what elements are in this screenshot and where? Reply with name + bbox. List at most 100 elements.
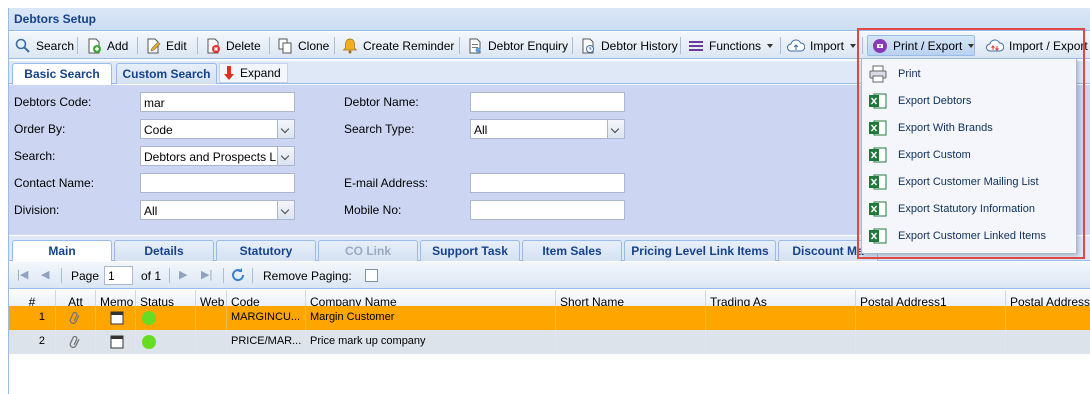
- tab-main[interactable]: Main: [12, 240, 112, 261]
- status-active-icon: [142, 311, 156, 325]
- remove-paging-label: Remove Paging:: [263, 269, 352, 283]
- refresh-icon[interactable]: [230, 267, 246, 283]
- toolbar-divider: [197, 37, 198, 54]
- edit-doc-icon: [147, 38, 161, 53]
- memo-cell[interactable]: [96, 330, 136, 354]
- debtor-history-label: Debtor History: [601, 38, 678, 53]
- mobile-label: Mobile No:: [344, 203, 402, 217]
- enquiry-icon: [469, 38, 481, 53]
- memo-icon: [110, 311, 124, 325]
- toolbar-divider: [137, 37, 138, 54]
- order-by-select[interactable]: Code: [140, 119, 295, 139]
- tab-pricing-level-link-items[interactable]: Pricing Level Link Items: [624, 240, 776, 261]
- postal-address2-cell: [1006, 306, 1090, 330]
- create-reminder-button[interactable]: Create Reminder: [338, 35, 458, 56]
- division-label: Division:: [14, 203, 60, 217]
- import-button[interactable]: Import: [783, 35, 860, 56]
- expand-button[interactable]: Expand: [219, 63, 288, 83]
- clone-icon: [278, 38, 292, 53]
- debtor-enquiry-label: Debtor Enquiry: [488, 38, 569, 53]
- debtor-enquiry-button[interactable]: Debtor Enquiry: [463, 35, 572, 56]
- chevron-down-icon[interactable]: [277, 201, 294, 219]
- division-select[interactable]: All: [140, 200, 295, 220]
- search-button[interactable]: Search: [11, 35, 78, 56]
- table-row[interactable]: 2 PRICE/MAR... Price mark up company: [9, 330, 1090, 354]
- add-label: Add: [107, 38, 129, 53]
- pager-divider: [61, 268, 62, 283]
- create-reminder-label: Create Reminder: [363, 38, 455, 53]
- clone-button[interactable]: Clone: [273, 35, 333, 56]
- paperclip-icon: [69, 311, 80, 324]
- code-cell: MARGINCU...: [227, 306, 306, 330]
- cloud-upload-icon: [787, 38, 805, 51]
- prev-page-icon[interactable]: ◀: [41, 268, 49, 281]
- add-button[interactable]: Add: [82, 35, 132, 56]
- division-value: All: [144, 204, 158, 218]
- debtors-code-field[interactable]: mar: [140, 92, 295, 112]
- tab-basic-search[interactable]: Basic Search: [12, 63, 112, 85]
- next-page-icon[interactable]: ▶: [179, 268, 187, 281]
- highlight-frame: [857, 28, 1085, 259]
- company-name-cell: Margin Customer: [306, 306, 556, 330]
- delete-doc-icon: [207, 38, 220, 53]
- page-number-field[interactable]: 1: [104, 266, 133, 285]
- first-page-icon[interactable]: |◀: [17, 268, 28, 281]
- tab-item-sales[interactable]: Item Sales: [522, 240, 622, 261]
- edit-button[interactable]: Edit: [141, 35, 191, 56]
- web-cell: [196, 330, 227, 354]
- search-type-select[interactable]: All: [470, 119, 625, 139]
- pager-divider: [169, 268, 170, 283]
- functions-button[interactable]: Functions: [684, 35, 777, 56]
- postal-address1-cell: [856, 306, 1006, 330]
- functions-label: Functions: [709, 38, 762, 53]
- paging-toolbar: |◀ ◀ Page 1 of 1 ▶ ▶| Remove Paging:: [9, 262, 1090, 289]
- toolbar-divider: [680, 37, 681, 54]
- last-page-icon[interactable]: ▶|: [201, 268, 212, 281]
- postal-address2-cell: [1006, 330, 1090, 354]
- web-cell: [196, 306, 227, 330]
- company-name-cell: Price mark up company: [306, 330, 556, 354]
- table-row[interactable]: 1 MARGINCU... Margin Customer: [9, 306, 1090, 330]
- chevron-down-icon: [850, 43, 857, 48]
- attachment-cell[interactable]: [56, 330, 96, 354]
- search-type-label: Search Type:: [344, 122, 415, 136]
- status-active-icon: [142, 335, 156, 349]
- tab-support-task[interactable]: Support Task: [420, 240, 520, 261]
- attachment-cell[interactable]: [56, 306, 96, 330]
- chevron-down-icon[interactable]: [277, 120, 294, 138]
- expand-label: Expand: [240, 66, 281, 80]
- mobile-field[interactable]: [470, 200, 625, 220]
- search-icon: [15, 38, 30, 53]
- toolbar-divider: [334, 37, 335, 54]
- debtor-history-button[interactable]: Debtor History: [576, 35, 682, 56]
- remove-paging-checkbox[interactable]: [365, 269, 378, 282]
- email-field[interactable]: [470, 173, 625, 193]
- contact-name-label: Contact Name:: [14, 176, 95, 190]
- toolbar-divider: [269, 37, 270, 54]
- tab-custom-search[interactable]: Custom Search: [116, 63, 217, 84]
- search-label: Search:: [14, 149, 56, 163]
- status-cell: [136, 306, 196, 330]
- bell-icon: [342, 38, 358, 53]
- tab-co-link[interactable]: CO Link: [318, 240, 418, 261]
- email-label: E-mail Address:: [344, 176, 429, 190]
- chevron-down-icon[interactable]: [607, 120, 624, 138]
- contact-name-field[interactable]: [140, 173, 295, 193]
- delete-button[interactable]: Delete: [201, 35, 265, 56]
- memo-cell[interactable]: [96, 306, 136, 330]
- tab-statutory[interactable]: Statutory: [216, 240, 316, 261]
- pager-divider: [223, 268, 224, 283]
- history-icon: [582, 38, 594, 53]
- tab-details[interactable]: Details: [114, 240, 214, 261]
- functions-icon: [689, 40, 703, 51]
- chevron-down-icon: [767, 43, 774, 48]
- short-name-cell: [556, 306, 706, 330]
- search-label: Search: [36, 38, 75, 53]
- clone-label: Clone: [298, 38, 330, 53]
- trading-as-cell: [706, 306, 856, 330]
- debtor-name-field[interactable]: [470, 92, 625, 112]
- chevron-down-icon[interactable]: [277, 147, 294, 165]
- search-select[interactable]: Debtors and Prospects L: [140, 146, 295, 166]
- order-by-label: Order By:: [14, 122, 66, 136]
- delete-label: Delete: [226, 38, 261, 53]
